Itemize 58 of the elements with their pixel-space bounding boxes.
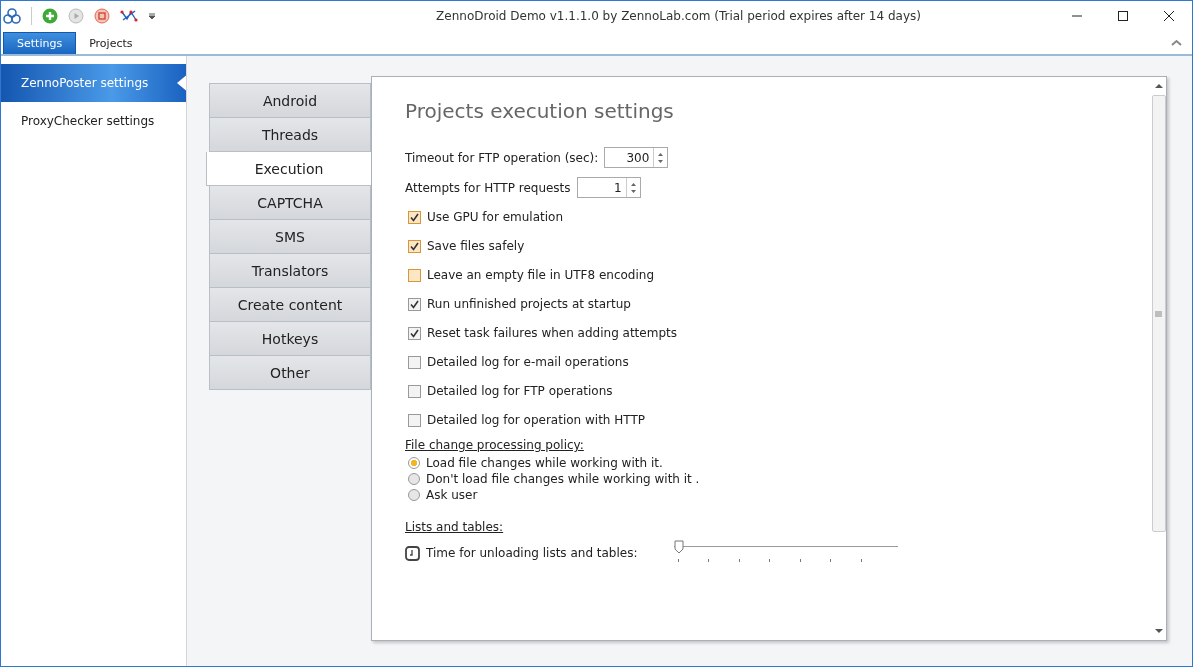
checkbox-label: Save files safely	[427, 239, 525, 253]
section-heading: Lists and tables:	[405, 520, 505, 534]
checkbox[interactable]	[408, 384, 421, 398]
slider-thumb[interactable]	[673, 540, 684, 554]
app-logo-icon	[3, 8, 21, 24]
maximize-icon[interactable]	[1117, 10, 1129, 22]
section-heading: File change processing policy:	[405, 438, 585, 452]
close-icon[interactable]	[1163, 10, 1175, 22]
checkbox-label: Detailed log for FTP operations	[427, 384, 613, 398]
section-tab[interactable]: CAPTCHA	[209, 186, 371, 220]
checkbox[interactable]	[408, 210, 421, 224]
scroll-down-icon[interactable]	[1154, 628, 1163, 634]
checkbox[interactable]	[408, 239, 421, 253]
checkbox-label: Detailed log for operation with HTTP	[427, 413, 645, 427]
section-tab[interactable]: Translators	[209, 254, 371, 288]
checkbox[interactable]	[408, 413, 421, 427]
field-label: Attempts for HTTP requests	[405, 180, 571, 195]
network-icon[interactable]	[120, 8, 138, 24]
play-icon[interactable]	[68, 8, 84, 24]
checkbox[interactable]	[408, 326, 421, 340]
checkbox-label: Leave an empty file in UTF8 encoding	[427, 268, 654, 282]
radio-button[interactable]	[408, 457, 420, 469]
section-tab[interactable]: Create content	[209, 288, 371, 322]
number-spinner[interactable]: 300	[604, 147, 669, 168]
section-tab[interactable]: Threads	[209, 118, 371, 152]
radio-label: Load file changes while working with it.	[426, 456, 663, 470]
window-title: ZennoDroid Demo v1.1.1.0 by ZennoLab.com (Trial period expires after 14 days)	[435, 9, 922, 23]
ribbon-tab[interactable]: Settings	[3, 32, 77, 54]
checkbox-label: Detailed log for e-mail operations	[427, 355, 629, 369]
dropdown-caret-icon[interactable]	[148, 12, 156, 20]
checkbox-label: Use GPU for emulation	[427, 210, 564, 224]
section-tab[interactable]: SMS	[209, 220, 371, 254]
sidebar-item[interactable]: ProxyChecker settings	[1, 102, 186, 140]
stop-icon[interactable]	[94, 8, 110, 24]
panel-title: Projects execution settings	[405, 99, 675, 123]
section-tab[interactable]: Hotkeys	[209, 322, 371, 356]
section-tab[interactable]: Other	[209, 356, 371, 390]
collapse-ribbon-icon[interactable]	[1171, 38, 1182, 47]
checkbox[interactable]	[408, 297, 421, 311]
radio-label: Ask user	[426, 488, 478, 502]
field-label: Timeout for FTP operation (sec):	[405, 150, 599, 165]
scroll-up-icon[interactable]	[1154, 83, 1163, 89]
radio-button[interactable]	[408, 473, 420, 485]
number-spinner[interactable]: 1	[576, 177, 641, 198]
add-icon[interactable]	[42, 8, 58, 24]
checkbox[interactable]	[408, 355, 421, 369]
section-tab[interactable]: Android	[209, 83, 371, 118]
scrollbar-thumb[interactable]	[1151, 95, 1166, 532]
section-tab[interactable]: Execution	[206, 152, 371, 186]
checkbox-label: Run unfinished projects at startup	[427, 297, 631, 311]
sidebar-item[interactable]: ZennoPoster settings	[1, 64, 186, 102]
checkbox[interactable]	[408, 268, 421, 282]
checkbox-label: Reset task failures when adding attempts	[427, 326, 677, 340]
slider-label: Time for unloading lists and tables:	[426, 546, 638, 560]
radio-button[interactable]	[408, 489, 420, 501]
radio-label: Don't load file changes while working with it .	[426, 472, 700, 486]
ribbon-tab[interactable]: Projects	[76, 33, 146, 54]
clock-icon	[405, 545, 420, 561]
